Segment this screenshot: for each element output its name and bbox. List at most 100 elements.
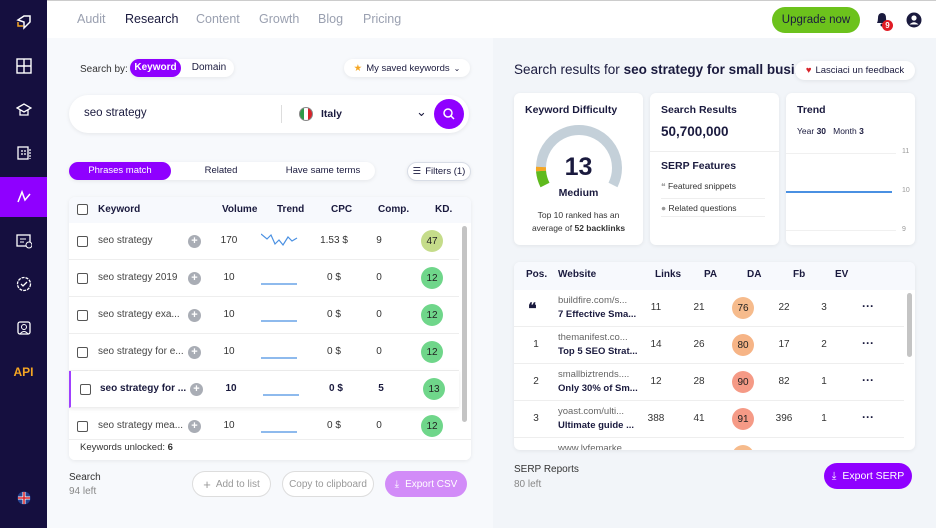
result-title[interactable]: Ultimate guide ... <box>558 420 634 431</box>
audit-icon[interactable] <box>0 221 47 261</box>
keyword-row[interactable]: seo strategy exa... + 10 0 $ 0 12 <box>69 297 459 334</box>
keyword-text[interactable]: seo strategy mea... <box>98 420 183 431</box>
keyword-text[interactable]: seo strategy for ... <box>100 383 186 394</box>
add-keyword-icon[interactable]: + <box>190 383 203 396</box>
result-url[interactable]: yoast.com/ulti... <box>558 406 624 417</box>
keyword-row[interactable]: seo strategy for e... + 10 0 $ 0 12 <box>69 334 459 371</box>
serp-row[interactable]: ❝ buildfire.com/s... 7 Effective Sma... … <box>514 290 904 327</box>
country-select[interactable]: Italy <box>321 108 342 120</box>
serp-row[interactable]: www.lyfemarke... <box>514 438 904 450</box>
keyword-text[interactable]: seo strategy exa... <box>98 309 180 320</box>
select-all-checkbox[interactable] <box>77 204 88 215</box>
result-title[interactable]: 7 Effective Sma... <box>558 309 636 320</box>
nav-pricing[interactable]: Pricing <box>363 12 401 26</box>
cpc: 0 $ <box>327 309 341 320</box>
kd-value: 13 <box>564 153 593 181</box>
dashboard-icon[interactable] <box>0 46 47 86</box>
uk-flag-icon[interactable] <box>0 478 47 518</box>
keyword-row[interactable]: seo strategy + 170 1.53 $ 9 47 <box>69 223 459 260</box>
italy-flag-icon <box>299 107 313 121</box>
nav-research[interactable]: Research <box>125 12 179 26</box>
keyword-text[interactable]: seo strategy for e... <box>98 346 184 357</box>
monitor-icon[interactable] <box>0 264 47 304</box>
upgrade-button[interactable]: Upgrade now <box>772 7 860 33</box>
row-checkbox[interactable] <box>77 236 88 247</box>
col-comp[interactable]: Comp. <box>378 204 409 215</box>
saved-keywords-dropdown[interactable]: ★ My saved keywords ⌄ <box>344 59 470 77</box>
more-options-icon[interactable]: ··· <box>862 373 874 387</box>
tab-phrases-match[interactable]: Phrases match <box>69 162 171 180</box>
nav-audit[interactable]: Audit <box>77 12 106 26</box>
result-url[interactable]: www.lyfemarke... <box>558 443 630 450</box>
search-input[interactable]: seo strategy <box>84 107 147 119</box>
col-keyword[interactable]: Keyword <box>98 204 140 215</box>
export-serp-button[interactable]: ⤓ Export SERP <box>824 463 912 489</box>
ev: 2 <box>821 339 827 350</box>
col-fb: Fb <box>793 269 806 280</box>
more-options-icon[interactable]: ··· <box>862 299 874 313</box>
keyword-row[interactable]: seo strategy for ... + 10 0 $ 5 13 <box>69 371 459 408</box>
result-url[interactable]: themanifest.co... <box>558 332 628 343</box>
serp-row[interactable]: 2 smallbiztrends.... Only 30% of Sm... 1… <box>514 364 904 401</box>
add-keyword-icon[interactable]: + <box>188 235 201 248</box>
keywords-unlocked: Keywords unlocked: 6 <box>80 442 173 453</box>
nav-blog[interactable]: Blog <box>318 12 343 26</box>
nav-content[interactable]: Content <box>196 12 240 26</box>
add-keyword-icon[interactable]: + <box>188 420 201 433</box>
add-keyword-icon[interactable]: + <box>188 309 201 322</box>
links: 11 <box>650 302 662 313</box>
col-cpc[interactable]: CPC <box>331 204 352 215</box>
keywords-scrollbar[interactable] <box>462 226 467 422</box>
tab-related[interactable]: Related <box>179 162 263 180</box>
copy-clipboard-button[interactable]: Copy to clipboard <box>282 471 374 497</box>
more-options-icon[interactable]: ··· <box>862 336 874 350</box>
keyword-text[interactable]: seo strategy <box>98 235 152 246</box>
keyword-text[interactable]: seo strategy 2019 <box>98 272 178 283</box>
pa: 28 <box>693 376 705 387</box>
cpc: 0 $ <box>327 346 341 357</box>
serp-row[interactable]: 3 yoast.com/ulti... Ultimate guide ... 3… <box>514 401 904 438</box>
add-keyword-icon[interactable]: + <box>188 272 201 285</box>
trend-title: Trend <box>797 104 826 116</box>
result-title[interactable]: Top 5 SEO Strat... <box>558 346 638 357</box>
search-bar: seo strategy Italy ⌄ <box>69 95 469 133</box>
user-avatar-icon[interactable] <box>906 12 922 31</box>
academy-icon[interactable] <box>0 90 47 130</box>
filters-button[interactable]: ☰ Filters (1) <box>407 162 471 181</box>
row-checkbox[interactable] <box>77 310 88 321</box>
mode-keyword[interactable]: Keyword <box>130 59 181 77</box>
search-results-value: 50,700,000 <box>661 124 729 139</box>
add-keyword-icon[interactable]: + <box>188 346 201 359</box>
col-volume[interactable]: Volume <box>222 204 257 215</box>
research-icon[interactable] <box>0 177 47 217</box>
country-chevron-icon[interactable]: ⌄ <box>416 104 427 120</box>
tab-same-terms[interactable]: Have same terms <box>273 162 373 180</box>
row-checkbox[interactable] <box>77 347 88 358</box>
serp-scrollbar[interactable] <box>907 293 912 357</box>
logo-icon[interactable] <box>0 2 47 42</box>
mode-domain[interactable]: Domain <box>186 59 232 77</box>
serp-row[interactable]: 1 themanifest.co... Top 5 SEO Strat... 1… <box>514 327 904 364</box>
cpc: 1.53 $ <box>320 235 348 246</box>
col-pos: Pos. <box>526 269 548 280</box>
api-link[interactable]: API <box>0 352 47 392</box>
trend-ytick: 10 <box>902 187 910 194</box>
more-options-icon[interactable]: ··· <box>862 410 874 424</box>
result-url[interactable]: smallbiztrends.... <box>558 369 629 380</box>
result-url[interactable]: buildfire.com/s... <box>558 295 627 306</box>
add-to-list-button[interactable]: + Add to list <box>192 471 271 497</box>
col-kd[interactable]: KD. <box>435 204 452 215</box>
row-checkbox[interactable] <box>80 384 91 395</box>
keyword-row[interactable]: seo strategy 2019 + 10 0 $ 0 12 <box>69 260 459 297</box>
feedback-button[interactable]: ♥ Lasciaci un feedback <box>795 61 915 80</box>
reports-icon[interactable] <box>0 133 47 173</box>
export-csv-button[interactable]: ⤓ Export CSV <box>385 471 467 497</box>
profile-icon[interactable] <box>0 308 47 348</box>
serp-reports-left: 80 left <box>514 479 542 490</box>
result-title[interactable]: Only 30% of Sm... <box>558 383 638 394</box>
search-button[interactable] <box>434 99 464 129</box>
row-checkbox[interactable] <box>77 273 88 284</box>
results-title: Search results for seo strategy for smal… <box>514 62 806 77</box>
nav-growth[interactable]: Growth <box>259 12 299 26</box>
row-checkbox[interactable] <box>77 421 88 432</box>
